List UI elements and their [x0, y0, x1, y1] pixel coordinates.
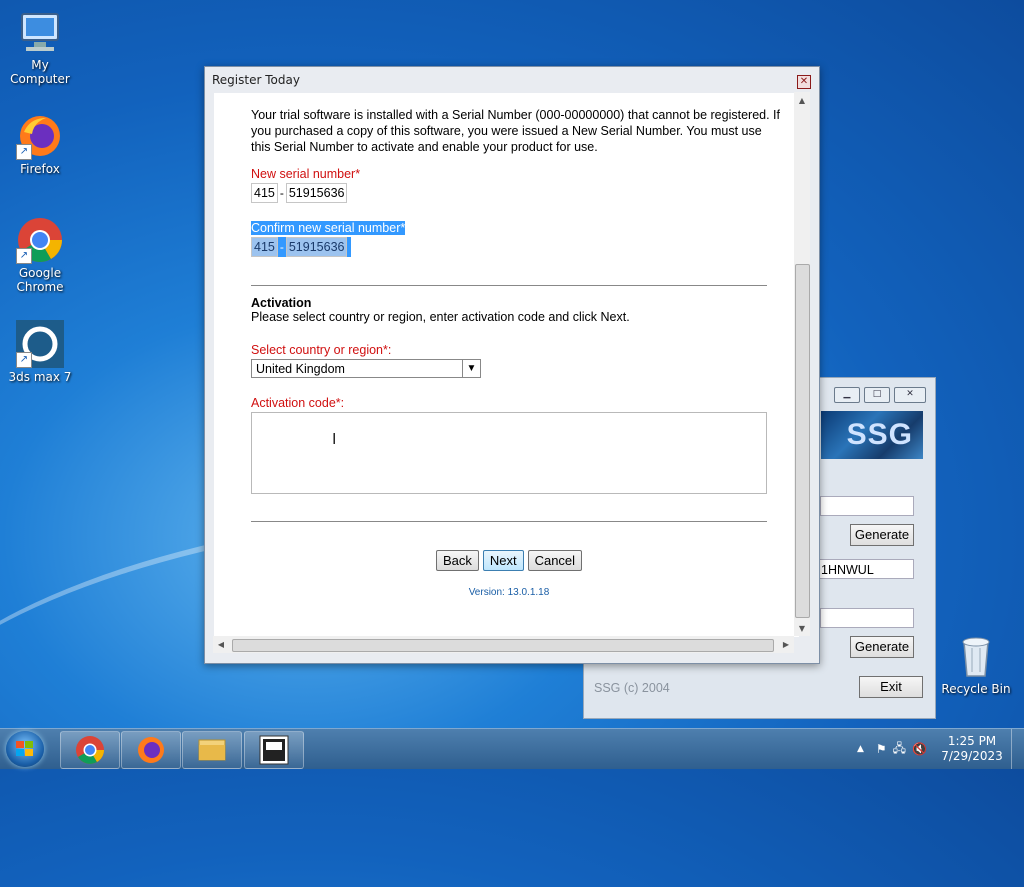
clock-date: 7/29/2023 — [941, 749, 1003, 763]
explorer-icon — [198, 739, 226, 761]
show-hidden-icons-icon[interactable]: ▲ — [857, 744, 864, 754]
new-serial-prefix-input[interactable]: 415 — [251, 183, 278, 203]
back-button[interactable]: Back — [435, 550, 479, 571]
ssg-logo: SSG — [821, 411, 923, 459]
cancel-button[interactable]: Cancel — [527, 550, 583, 571]
desktop-icon-firefox[interactable]: ↗ Firefox — [0, 112, 80, 176]
taskbar-explorer-button[interactable] — [182, 731, 242, 769]
new-serial-label: New serial number* — [251, 167, 361, 181]
register-window: Register Today ✕ Your trial software is … — [204, 66, 820, 664]
maximize-button[interactable]: □ — [864, 387, 890, 403]
desktop-icon-label: Google Chrome — [16, 266, 64, 294]
start-button[interactable] — [6, 731, 44, 767]
taskbar-firefox-button[interactable] — [121, 731, 181, 769]
chevron-down-icon[interactable]: ▼ — [462, 360, 480, 377]
shortcut-arrow-icon: ↗ — [16, 144, 32, 160]
scroll-left-icon[interactable]: ◀ — [213, 636, 229, 652]
taskbar-keygen-button[interactable] — [244, 731, 304, 769]
close-button[interactable]: ✕ — [894, 387, 926, 403]
activation-heading: Activation — [251, 296, 312, 310]
serial-separator: - — [279, 240, 284, 254]
firefox-icon: ↗ — [16, 112, 64, 160]
shortcut-arrow-icon: ↗ — [16, 248, 32, 264]
volume-muted-icon[interactable]: 🔇 — [912, 742, 927, 756]
vertical-scrollbar[interactable]: ▲ ▼ — [794, 92, 810, 636]
shortcut-arrow-icon: ↗ — [16, 352, 32, 368]
scroll-up-icon[interactable]: ▲ — [794, 92, 810, 108]
exit-button[interactable]: Exit — [859, 676, 923, 698]
vertical-scroll-thumb[interactable] — [795, 264, 810, 618]
activation-instructions: Please select country or region, enter a… — [251, 310, 630, 324]
new-serial-number-input[interactable]: 51915636 — [285, 183, 348, 203]
action-center-flag-icon[interactable]: ⚑ — [876, 742, 887, 756]
windows-logo-icon — [16, 741, 33, 756]
minimize-button[interactable]: ▁ — [834, 387, 860, 403]
desktop-icon-label: 3ds max 7 — [8, 370, 72, 384]
next-button[interactable]: Next — [482, 550, 524, 571]
keygen-icon — [259, 735, 289, 765]
new-serial-row: 415 - 51915636 — [251, 183, 781, 203]
show-desktop-button[interactable] — [1011, 729, 1024, 769]
version-text: Version: 13.0.1.18 — [468, 587, 550, 598]
button-row: Back Next Cancel — [251, 550, 767, 571]
divider — [251, 285, 767, 286]
text-cursor-icon: I — [332, 431, 337, 448]
intro-text: Your trial software is installed with a … — [251, 108, 780, 154]
scroll-down-icon[interactable]: ▼ — [794, 620, 810, 636]
window-title: Register Today — [205, 67, 819, 93]
ssg-status-text: SSG (c) 2004 — [594, 681, 670, 695]
activation-code-input[interactable]: I — [251, 412, 767, 494]
desktop-icon-chrome[interactable]: ↗ Google Chrome — [0, 216, 80, 294]
activation-code-label: Activation code*: — [251, 396, 345, 410]
chrome-icon — [76, 736, 104, 764]
computer-icon — [16, 8, 64, 56]
firefox-icon — [138, 737, 164, 763]
desktop-icon-recycle-bin[interactable]: Recycle Bin — [936, 632, 1016, 696]
desktop-icon-label: Firefox — [20, 162, 60, 176]
desktop-icon-label: Recycle Bin — [941, 682, 1011, 696]
recycle-bin-icon — [952, 632, 1000, 680]
country-select-value: United Kingdom — [256, 361, 345, 376]
clock[interactable]: 1:25 PM 7/29/2023 — [933, 734, 1011, 764]
confirm-serial-label: Confirm new serial number* — [251, 221, 406, 235]
confirm-serial-number-input[interactable]: 51915636 — [285, 237, 348, 257]
confirm-serial-prefix-input[interactable]: 415 — [251, 237, 278, 257]
clock-time: 1:25 PM — [947, 734, 997, 748]
system-tray: ▲ ⚑ 🖧 🔇 1:25 PM 7/29/2023 — [857, 729, 1024, 769]
serial-field[interactable] — [820, 496, 914, 516]
scroll-right-icon[interactable]: ▶ — [778, 636, 794, 652]
country-select[interactable]: United Kingdom ▼ — [251, 359, 481, 378]
register-content-pane: Your trial software is installed with a … — [214, 93, 799, 637]
generate-button-1[interactable]: Generate — [850, 524, 914, 546]
desktop-icon-my-computer[interactable]: My Computer — [0, 8, 80, 86]
taskbar-chrome-button[interactable] — [60, 731, 120, 769]
confirm-serial-row: 415 - 51915636 — [251, 237, 352, 257]
horizontal-scrollbar[interactable]: ◀ ▶ — [213, 636, 794, 653]
confirm-serial-block: Confirm new serial number* 415 - 5191563… — [251, 221, 781, 257]
request-code-field[interactable]: 1HNWUL — [816, 559, 914, 579]
close-icon[interactable]: ✕ — [797, 75, 811, 89]
3dsmax-icon: ↗ — [16, 320, 64, 368]
country-label: Select country or region*: — [251, 343, 392, 357]
activation-field[interactable] — [820, 608, 914, 628]
chrome-icon: ↗ — [16, 216, 64, 264]
taskbar: ▲ ⚑ 🖧 🔇 1:25 PM 7/29/2023 — [0, 728, 1024, 769]
divider — [251, 521, 767, 522]
generate-button-2[interactable]: Generate — [850, 636, 914, 658]
network-icon[interactable]: 🖧 — [893, 739, 906, 760]
desktop-icon-label: My Computer — [10, 58, 70, 86]
serial-separator: - — [279, 186, 284, 200]
horizontal-scroll-thumb[interactable] — [232, 639, 774, 652]
desktop-icon-3dsmax[interactable]: ↗ 3ds max 7 — [0, 320, 80, 384]
